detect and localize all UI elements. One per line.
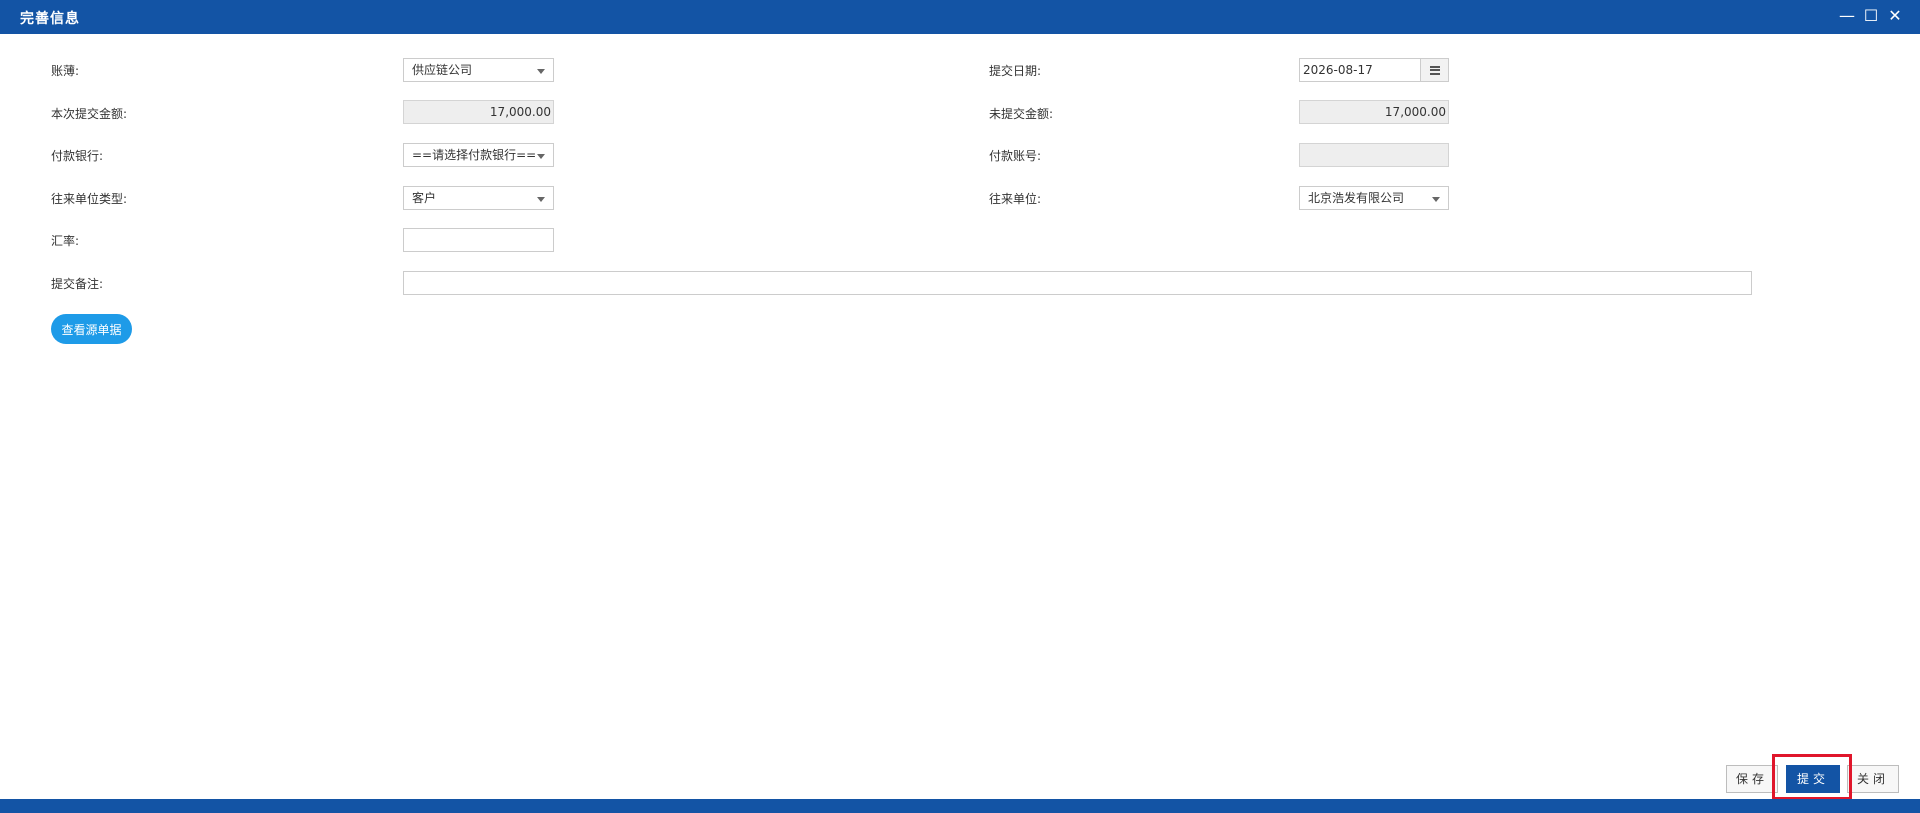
remark-label: 提交备注: <box>51 277 104 291</box>
partner-type-label: 往来单位类型: <box>51 192 128 206</box>
unsubmitted-amount-label: 未提交金额: <box>989 107 1054 121</box>
this-amount-field: 17,000.00 <box>403 100 554 124</box>
chevron-down-icon <box>1432 197 1440 202</box>
partner-value: 北京浩发有限公司 <box>1308 191 1405 205</box>
window-controls: — ☐ ✕ <box>1839 7 1902 25</box>
submit-date-value: 2026-08-17 <box>1303 63 1373 77</box>
maximize-icon[interactable]: ☐ <box>1864 7 1878 25</box>
partner-type-select[interactable]: 客户 <box>403 186 554 210</box>
submit-date-label: 提交日期: <box>989 64 1042 78</box>
partner-select[interactable]: 北京浩发有限公司 <box>1299 186 1449 210</box>
submit-date-input[interactable]: 2026-08-17 <box>1299 58 1449 82</box>
minimize-icon[interactable]: — <box>1839 7 1855 25</box>
pay-account-label: 付款账号: <box>989 149 1042 163</box>
complete-info-window: 完善信息 — ☐ ✕ 账薄: 供应链公司 提交日期: 2026-08-17 本次… <box>0 0 1920 813</box>
exchange-rate-input[interactable] <box>403 228 554 252</box>
window-title: 完善信息 <box>20 11 80 27</box>
pay-bank-select[interactable]: ==请选择付款银行== <box>403 143 554 167</box>
footer-bar <box>0 799 1920 813</box>
ledger-select[interactable]: 供应链公司 <box>403 58 554 82</box>
pay-bank-value: ==请选择付款银行== <box>412 148 537 162</box>
close-button[interactable]: 关闭 <box>1847 765 1899 793</box>
this-amount-label: 本次提交金额: <box>51 107 128 121</box>
ledger-label: 账薄: <box>51 64 80 78</box>
chevron-down-icon <box>537 154 545 159</box>
pay-bank-label: 付款银行: <box>51 149 104 163</box>
chevron-down-icon <box>537 69 545 74</box>
ledger-value: 供应链公司 <box>412 63 473 77</box>
calendar-icon <box>1429 65 1440 75</box>
pay-account-field <box>1299 143 1449 167</box>
view-source-button[interactable]: 查看源单据 <box>51 314 132 344</box>
save-button[interactable]: 保存 <box>1726 765 1778 793</box>
partner-type-value: 客户 <box>412 191 437 205</box>
unsubmitted-amount-value: 17,000.00 <box>1384 105 1446 119</box>
exchange-rate-label: 汇率: <box>51 234 80 248</box>
close-icon[interactable]: ✕ <box>1888 7 1902 25</box>
title-bar: 完善信息 — ☐ ✕ <box>0 0 1920 34</box>
partner-label: 往来单位: <box>989 192 1042 206</box>
remark-input[interactable] <box>403 271 1752 295</box>
date-picker-button[interactable] <box>1420 58 1449 82</box>
submit-highlight-box <box>1772 754 1852 800</box>
chevron-down-icon <box>537 197 545 202</box>
unsubmitted-amount-field: 17,000.00 <box>1299 100 1449 124</box>
this-amount-value: 17,000.00 <box>489 105 551 119</box>
